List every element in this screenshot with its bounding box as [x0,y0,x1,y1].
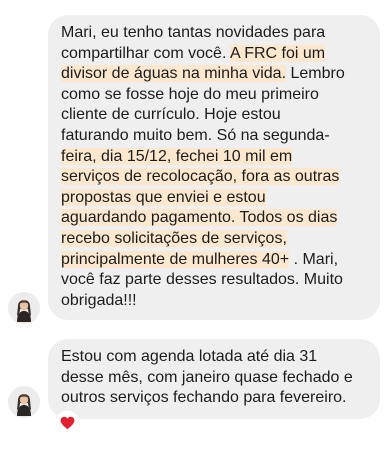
message-line: outros serviços fechando para fevereiro. [61,388,368,409]
message-text: Lembro [286,65,345,83]
message-line: feira, dia 15/12, fechei 10 mil em [61,147,368,168]
message-text: desse mês, com janeiro quase fechado e [61,368,353,386]
highlighted-text: feira, dia 15/12, fechei 10 mil em [61,147,293,165]
highlighted-text: divisor de águas na minha vida. [61,65,287,83]
message-line: como se fosse hoje do meu primeiro [61,85,368,106]
message-line: divisor de águas na minha vida. Lembro [61,64,368,85]
message-line: serviços de recolocação, fora as outras [61,167,368,188]
message-line: Mari, eu tenho tantas novidades para [61,23,368,44]
highlighted-text: aguardando pagamento. Todos os dias [61,209,338,227]
woman-portrait-icon [8,292,40,324]
message-line: faturando muito bem. Só na segunda- [61,126,368,147]
message-text: como se fosse hoje do meu primeiro [61,85,319,103]
message-text: . Mari, [289,250,339,268]
red-heart-icon [60,416,74,430]
message-text: Estou com agenda lotada até dia 31 [61,348,318,365]
message-line: propostas que enviei e estou [61,188,368,209]
message-text: Mari, eu tenho tantas novidades para [61,24,326,41]
message-line: desse mês, com janeiro quase fechado e [61,368,368,389]
highlighted-text: principalmente de mulheres 40+ [61,250,290,268]
message-text: você faz parte desses resultados. Muito [61,271,343,289]
message-line: aguardando pagamento. Todos os dias [61,208,368,229]
chat-thread: Mari, eu tenho tantas novidades para comp… [0,0,390,450]
highlighted-text: propostas que enviei e estou [61,188,266,206]
message-line: recebo solicitações de serviços, [61,229,368,250]
highlighted-text: A FRC foi um [229,44,326,62]
message-line: compartilhar com você. A FRC foi um [61,44,368,65]
woman-portrait-icon [8,386,40,418]
message-line: Estou com agenda lotada até dia 31 [61,347,368,368]
highlighted-text: serviços de recolocação, fora as outras [61,168,340,186]
message-line: principalmente de mulheres 40+ . Mari, [61,250,368,271]
message-bubble[interactable]: Estou com agenda lotada até dia 31 desse … [48,339,380,419]
message-text: faturando muito bem. Só na segunda- [61,126,330,144]
sender-avatar[interactable] [8,386,40,418]
sender-avatar[interactable] [8,292,40,324]
message-bubble[interactable]: Mari, eu tenho tantas novidades para comp… [48,15,380,320]
message-line: você faz parte desses resultados. Muito [61,270,368,291]
message-text: compartilhar com você. [61,44,230,62]
message-text: outros serviços fechando para fevereiro. [61,389,347,407]
reaction-badge[interactable] [56,412,78,434]
message-line: obrigada!!! [61,291,368,312]
message-line: cliente de currículo. Hoje estou [61,105,368,126]
message-text: cliente de currículo. Hoje estou [61,106,281,124]
highlighted-text: recebo solicitações de serviços, [61,229,287,247]
message-text: obrigada!!! [61,291,137,309]
